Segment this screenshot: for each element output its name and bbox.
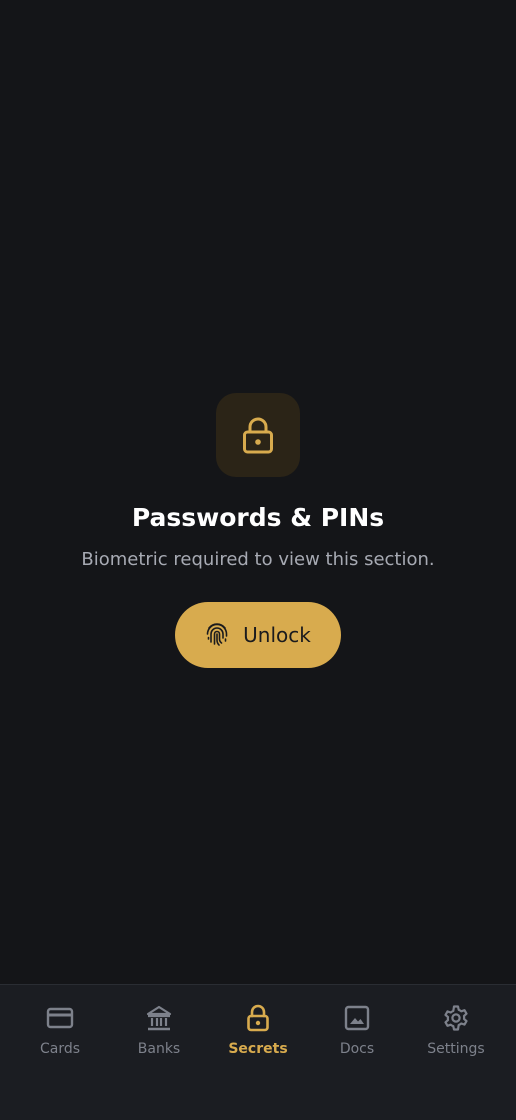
nav-label-settings: Settings bbox=[427, 1041, 485, 1057]
lock-badge bbox=[216, 393, 300, 477]
nav-item-settings[interactable]: Settings bbox=[406, 985, 506, 1075]
nav-item-banks[interactable]: Banks bbox=[109, 985, 209, 1075]
nav-label-docs: Docs bbox=[339, 1041, 375, 1057]
nav-item-cards[interactable]: Cards bbox=[10, 985, 110, 1075]
nav-label-banks: Banks bbox=[137, 1041, 181, 1057]
nav-label-cards: Cards bbox=[39, 1041, 81, 1057]
gear-icon bbox=[441, 1003, 471, 1033]
lock-icon bbox=[243, 417, 273, 454]
nav-label-secrets: Secrets bbox=[228, 1041, 288, 1057]
nav-item-secrets[interactable]: Secrets bbox=[208, 985, 308, 1075]
unlock-button[interactable]: Unlock bbox=[175, 602, 341, 668]
app-root: Passwords & PINs Biometric required to v… bbox=[0, 0, 516, 1120]
nav-item-docs[interactable]: Docs bbox=[307, 985, 407, 1075]
page-subtitle: Biometric required to view this section. bbox=[81, 549, 435, 570]
credit-card-icon bbox=[45, 1003, 75, 1033]
lock-screen: Passwords & PINs Biometric required to v… bbox=[0, 0, 516, 984]
bank-icon bbox=[144, 1003, 174, 1033]
unlock-button-label: Unlock bbox=[243, 623, 311, 647]
fingerprint-icon bbox=[206, 623, 228, 646]
lock-icon bbox=[243, 1003, 273, 1033]
image-icon bbox=[342, 1003, 372, 1033]
bottom-nav: Cards Banks Secrets Docs Settings bbox=[0, 984, 516, 1120]
page-title: Passwords & PINs bbox=[131, 503, 385, 532]
